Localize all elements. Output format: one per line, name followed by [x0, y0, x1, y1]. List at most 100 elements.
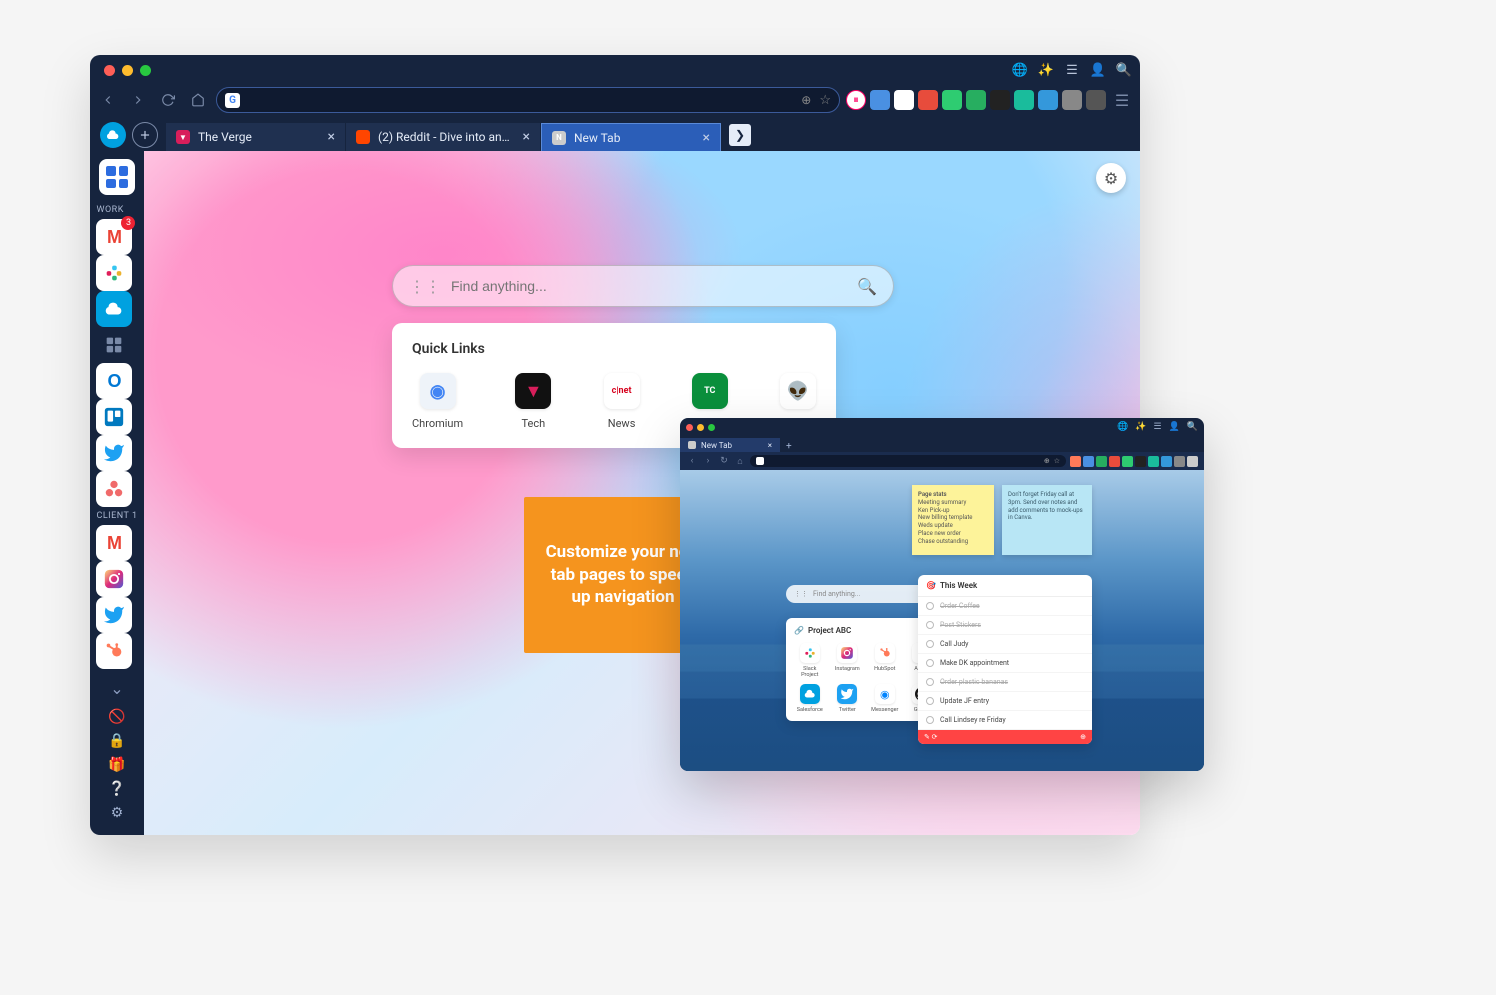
settings-icon[interactable]: ⚙ [111, 805, 124, 821]
w2-search-icon[interactable]: 🔍 [1187, 422, 1198, 432]
sidebar-app-gmail2[interactable]: M [96, 525, 132, 561]
w2-profile-icon[interactable]: 👤 [1169, 422, 1180, 432]
search-icon[interactable]: 🔍 [857, 277, 877, 296]
tab-close-icon[interactable]: × [523, 129, 530, 145]
tab[interactable]: ▼The Verge× [166, 123, 346, 151]
w2-extension-icon[interactable] [1122, 456, 1133, 467]
w2-back[interactable]: ‹ [686, 455, 698, 467]
todo-item[interactable]: Post Stickers [918, 616, 1092, 635]
workspace-icon[interactable] [100, 122, 126, 148]
block-icon[interactable]: 🚫 [108, 709, 125, 725]
w2-extension-icon[interactable] [1187, 456, 1198, 467]
todo-checkbox[interactable] [926, 678, 934, 686]
search-card[interactable]: ⋮⋮ 🔍 [392, 265, 894, 307]
extension-icon[interactable] [990, 90, 1010, 110]
w2-minimize[interactable] [697, 424, 704, 431]
star-icon[interactable]: ☆ [819, 93, 831, 108]
w2-extension-icon[interactable] [1148, 456, 1159, 467]
extension-icon[interactable] [918, 90, 938, 110]
extension-icon[interactable] [1086, 90, 1106, 110]
w2-extension-icon[interactable] [1083, 456, 1094, 467]
sidebar-app-asana[interactable] [96, 471, 132, 507]
w2-extension-icon[interactable] [1135, 456, 1146, 467]
extension-icon[interactable] [1062, 90, 1082, 110]
w2-extension-icon[interactable] [1070, 456, 1081, 467]
drag-handle-icon[interactable]: ⋮⋮ [409, 277, 441, 296]
todo-checkbox[interactable] [926, 716, 934, 724]
w2-extension-icon[interactable] [1109, 456, 1120, 467]
w2-new-tab-button[interactable]: + [780, 441, 798, 452]
w2-reload[interactable]: ↻ [718, 455, 730, 467]
w2-globe-icon[interactable]: 🌐 [1117, 422, 1128, 432]
sidebar-app-salesforce[interactable] [96, 291, 132, 327]
todo-checkbox[interactable] [926, 640, 934, 648]
w2-extension-icon[interactable] [1096, 456, 1107, 467]
todo-item[interactable]: Call Judy [918, 635, 1092, 654]
profile-icon[interactable]: 👤 [1090, 62, 1106, 78]
w2-close[interactable] [686, 424, 693, 431]
sidebar-app-gmail[interactable]: M3 [96, 219, 132, 255]
w2-wand-icon[interactable]: ✨ [1135, 422, 1146, 432]
back-button[interactable] [96, 88, 120, 112]
home-button[interactable] [186, 88, 210, 112]
tab[interactable]: NNew Tab× [541, 123, 721, 151]
todo-footer[interactable]: ✎ ⟳⊕ [918, 730, 1092, 744]
search-input[interactable] [451, 278, 847, 294]
todo-item[interactable]: Make DK appointment [918, 654, 1092, 673]
zoom-icon[interactable]: ⊕ [801, 93, 811, 107]
sidebar-app-apps2[interactable] [96, 327, 132, 363]
todo-item[interactable]: Update JF entry [918, 692, 1092, 711]
sidebar-app-slack[interactable] [96, 255, 132, 291]
w2-list-icon[interactable]: ☰ [1153, 422, 1161, 432]
new-tab-button[interactable] [132, 122, 158, 148]
project-item[interactable]: Instagram [832, 643, 864, 678]
extension-icon[interactable]: ⏸ [846, 90, 866, 110]
project-item[interactable]: ◉Messenger [869, 684, 901, 713]
w2-drag-icon[interactable]: ⋮⋮ [794, 590, 808, 598]
minimize-window[interactable] [122, 65, 133, 76]
project-item[interactable]: Salesforce [794, 684, 826, 713]
tab-overflow-button[interactable]: ❯ [729, 124, 751, 146]
extension-icon[interactable] [894, 90, 914, 110]
page-settings-button[interactable]: ⚙ [1096, 163, 1126, 193]
w2-forward[interactable]: › [702, 455, 714, 467]
help-icon[interactable]: ❔ [108, 781, 125, 797]
w2-home[interactable]: ⌂ [734, 455, 746, 467]
list-icon[interactable]: ☰ [1064, 62, 1080, 78]
close-window[interactable] [104, 65, 115, 76]
project-item[interactable]: Slack Project [794, 643, 826, 678]
todo-checkbox[interactable] [926, 621, 934, 629]
extension-icon[interactable] [1038, 90, 1058, 110]
todo-checkbox[interactable] [926, 602, 934, 610]
lock-icon[interactable]: 🔒 [108, 733, 125, 749]
dashboard-button[interactable] [99, 159, 135, 195]
quicklink-item[interactable]: ▼Tech [515, 373, 551, 430]
quicklink-item[interactable]: c|netNews [604, 373, 640, 430]
project-item[interactable]: HubSpot [869, 643, 901, 678]
tab[interactable]: (2) Reddit - Dive into anything× [346, 123, 541, 151]
quicklink-item[interactable]: ◉Chromium [412, 373, 463, 430]
extension-icon[interactable] [1014, 90, 1034, 110]
sticky-note-blue[interactable]: Don't forget Friday call at 3pm. Send ov… [1002, 485, 1092, 555]
maximize-window[interactable] [140, 65, 151, 76]
todo-checkbox[interactable] [926, 659, 934, 667]
sidebar-app-instagram[interactable] [96, 561, 132, 597]
todo-checkbox[interactable] [926, 697, 934, 705]
todo-item[interactable]: Order plastic bananas [918, 673, 1092, 692]
traffic-lights[interactable] [98, 65, 157, 76]
search-icon[interactable]: 🔍 [1116, 62, 1132, 78]
w2-address-bar[interactable]: ⊕☆ [750, 455, 1066, 467]
sidebar-app-trello[interactable] [96, 399, 132, 435]
project-item[interactable]: Twitter [832, 684, 864, 713]
extension-icon[interactable] [870, 90, 890, 110]
globe-icon[interactable]: 🌐 [1012, 62, 1028, 78]
sidebar-app-twitter2[interactable] [96, 597, 132, 633]
todo-item[interactable]: Call Lindsey re Friday [918, 711, 1092, 730]
menu-button[interactable]: ☰ [1110, 88, 1134, 112]
sticky-note-yellow[interactable]: Page stats Meeting summaryKen Pick-upNew… [912, 485, 994, 555]
reload-button[interactable] [156, 88, 180, 112]
w2-tab-close-icon[interactable]: × [768, 441, 772, 450]
forward-button[interactable] [126, 88, 150, 112]
sidebar-app-hubspot[interactable] [96, 633, 132, 669]
extension-icon[interactable] [966, 90, 986, 110]
